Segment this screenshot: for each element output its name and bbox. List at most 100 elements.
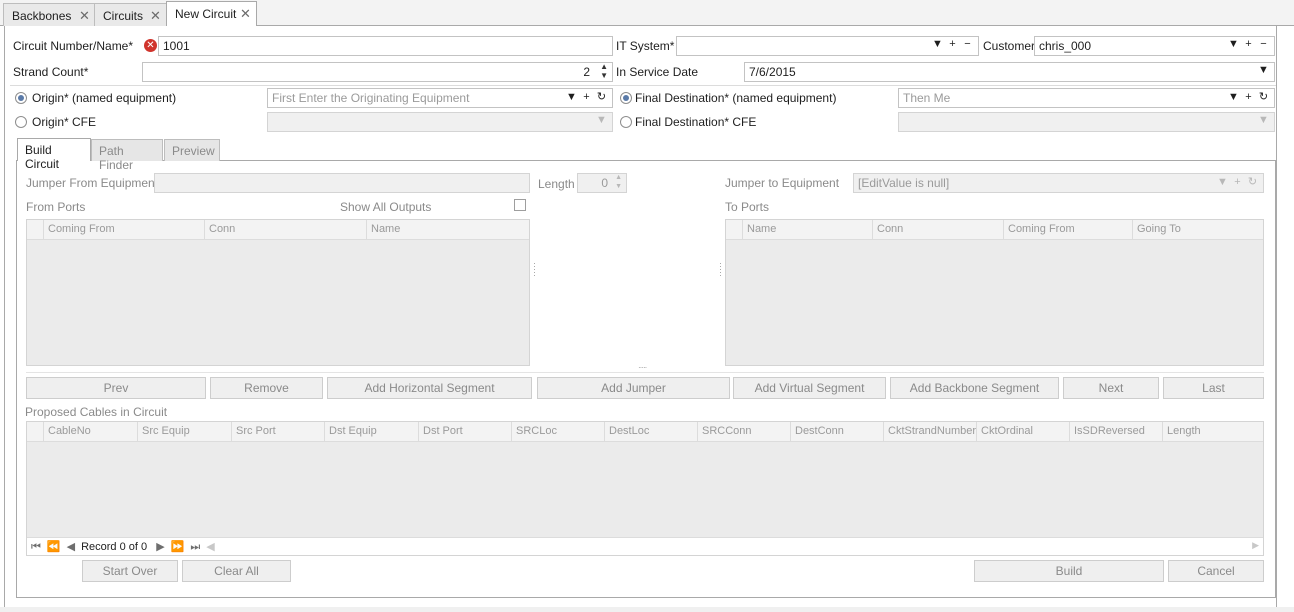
cancel-button[interactable]: Cancel (1168, 560, 1264, 582)
chevron-down-icon[interactable]: ▼ (1226, 91, 1241, 103)
strand-count-spin[interactable]: 2 ▲ ▼ (142, 62, 613, 82)
close-icon[interactable]: ✕ (240, 6, 251, 22)
tab-backbones[interactable]: Backbones ✕ (3, 3, 95, 26)
next-page-icon[interactable]: ⏩ (171, 541, 185, 553)
horizontal-splitter[interactable] (26, 372, 1264, 373)
column-header[interactable]: SRCConn (697, 422, 790, 442)
in-service-date-label: In Service Date (616, 65, 699, 79)
minus-icon[interactable]: − (1256, 38, 1271, 50)
scroll-right-icon[interactable]: ▶ (1252, 540, 1259, 551)
column-header[interactable]: Conn (872, 220, 1003, 240)
column-header[interactable]: Name (742, 220, 872, 240)
chevron-down-icon: ▼ (596, 114, 607, 126)
start-over-button[interactable]: Start Over (82, 560, 178, 582)
first-record-icon[interactable]: ⏮ (31, 541, 41, 553)
final-equipment-placeholder: Then Me (903, 91, 951, 105)
tab-preview-label: Preview (172, 144, 215, 158)
add-backbone-segment-button[interactable]: Add Backbone Segment (890, 377, 1059, 399)
origin-named-radio[interactable] (15, 92, 27, 104)
tab-new-circuit[interactable]: New Circuit ✕ (166, 1, 257, 27)
error-icon: ✕ (144, 39, 157, 52)
final-cfe-combo[interactable]: ▼ (898, 112, 1275, 132)
to-ports-grid-header: Name Conn Coming From Going To (726, 220, 1263, 240)
column-header[interactable]: CktStrandNumber (883, 422, 976, 442)
tab-circuits[interactable]: Circuits ✕ (94, 3, 167, 26)
to-ports-grid[interactable]: Name Conn Coming From Going To (725, 219, 1264, 366)
refresh-icon[interactable]: ↻ (1256, 90, 1271, 103)
origin-equipment-combo[interactable]: First Enter the Originating Equipment ▼ +… (267, 88, 613, 108)
column-header[interactable]: SRCLoc (511, 422, 604, 442)
column-header[interactable]: Name (366, 220, 531, 240)
in-service-date-picker[interactable]: 7/6/2015 ▼ (744, 62, 1275, 82)
add-virtual-segment-button[interactable]: Add Virtual Segment (733, 377, 886, 399)
tab-build-circuit[interactable]: Build Circuit (17, 138, 91, 171)
origin-cfe-combo[interactable]: ▼ (267, 112, 613, 132)
column-header[interactable]: IsSDReversed (1069, 422, 1162, 442)
final-equipment-combo[interactable]: Then Me ▼ + ↻ (898, 88, 1275, 108)
show-all-outputs-label: Show All Outputs (340, 200, 432, 214)
tab-path-finder[interactable]: Path Finder (91, 139, 163, 172)
origin-cfe-radio[interactable] (15, 116, 27, 128)
origin-named-label: Origin* (named equipment) (32, 91, 177, 105)
refresh-icon: ↻ (1247, 176, 1258, 188)
chevron-down-icon: ▼ (1217, 176, 1228, 188)
spin-arrows-icon[interactable]: ▲ ▼ (600, 63, 608, 80)
plus-icon[interactable]: + (579, 91, 594, 103)
length-spin[interactable]: 0 ▲ ▼ (577, 173, 627, 193)
last-button[interactable]: Last (1163, 377, 1264, 399)
close-icon[interactable]: ✕ (79, 8, 90, 24)
customer-combo[interactable]: chris_000 ▼ + − (1034, 36, 1275, 56)
column-header[interactable]: Coming From (1003, 220, 1132, 240)
circuit-number-value: 1001 (163, 39, 190, 53)
refresh-icon[interactable]: ↻ (594, 90, 609, 103)
circuit-number-input[interactable]: 1001 (158, 36, 613, 56)
show-all-outputs-checkbox[interactable] (514, 199, 526, 211)
splitter-grip-icon[interactable]: ····· (638, 364, 647, 372)
tab-preview[interactable]: Preview (164, 139, 220, 161)
column-header[interactable]: Coming From (43, 220, 204, 240)
column-header[interactable]: Dst Port (418, 422, 511, 442)
chevron-down-icon[interactable]: ▼ (1226, 38, 1241, 50)
proposed-cables-grid[interactable]: CableNo Src Equip Src Port Dst Equip Dst… (26, 421, 1264, 556)
next-record-icon[interactable]: ▶ (156, 541, 164, 553)
add-horizontal-segment-button[interactable]: Add Horizontal Segment (327, 377, 532, 399)
final-cfe-radio[interactable] (620, 116, 632, 128)
last-record-icon[interactable]: ⏭ (190, 541, 200, 553)
column-header[interactable]: CktOrdinal (976, 422, 1069, 442)
it-system-combo[interactable]: ▼ + − (676, 36, 979, 56)
column-header[interactable]: CableNo (43, 422, 137, 442)
from-ports-grid-header: Coming From Conn Name (27, 220, 529, 240)
next-button[interactable]: Next (1063, 377, 1159, 399)
plus-icon[interactable]: + (1241, 38, 1256, 50)
build-button[interactable]: Build (974, 560, 1164, 582)
column-header[interactable]: Length (1162, 422, 1265, 442)
prev-button[interactable]: Prev (26, 377, 206, 399)
proposed-cables-label: Proposed Cables in Circuit (25, 405, 168, 419)
chevron-down-icon[interactable]: ▼ (930, 38, 945, 50)
prev-page-icon[interactable]: ⏪ (47, 541, 61, 553)
column-header[interactable]: Going To (1132, 220, 1265, 240)
column-header[interactable]: Src Equip (137, 422, 231, 442)
clear-all-button[interactable]: Clear All (182, 560, 291, 582)
column-header[interactable]: Conn (204, 220, 366, 240)
column-header[interactable]: Src Port (231, 422, 324, 442)
scroll-left-icon[interactable]: ◀ (206, 541, 214, 553)
plus-icon[interactable]: + (1241, 91, 1256, 103)
chevron-down-icon[interactable]: ▼ (1256, 64, 1271, 76)
plus-icon[interactable]: + (945, 38, 960, 50)
remove-button[interactable]: Remove (210, 377, 323, 399)
jumper-to-combo[interactable]: [EditValue is null] ▼ + ↻ (853, 173, 1264, 193)
column-header[interactable]: DestLoc (604, 422, 697, 442)
column-header[interactable]: DestConn (790, 422, 883, 442)
minus-icon[interactable]: − (960, 38, 975, 50)
chevron-down-icon[interactable]: ▼ (564, 91, 579, 103)
close-icon[interactable]: ✕ (150, 8, 161, 24)
jumper-from-input[interactable] (154, 173, 530, 193)
column-header[interactable]: Dst Equip (324, 422, 418, 442)
from-ports-grid[interactable]: Coming From Conn Name (26, 219, 530, 366)
final-named-radio[interactable] (620, 92, 632, 104)
add-jumper-button[interactable]: Add Jumper (537, 377, 730, 399)
splitter-grip-icon[interactable]: ····· (533, 259, 536, 280)
prev-record-icon[interactable]: ◀ (67, 541, 75, 553)
splitter-grip-icon[interactable]: ····· (719, 259, 722, 280)
